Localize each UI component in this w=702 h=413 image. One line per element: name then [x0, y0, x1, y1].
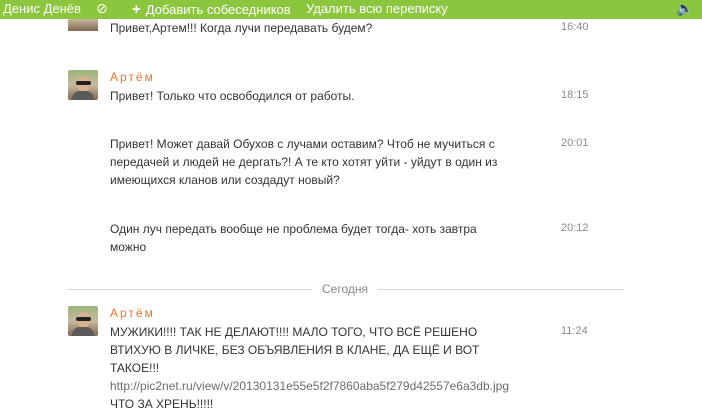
delete-conversation-button[interactable]: Удалить всю переписку: [306, 1, 448, 16]
avatar[interactable]: [68, 306, 98, 336]
author-name[interactable]: Артём: [110, 306, 155, 320]
message-time: 18:15: [561, 89, 589, 101]
message-time: 20:12: [561, 222, 589, 234]
chat-header: Денис Денёв ⊘ + Добавить собеседников Уда…: [0, 0, 702, 19]
message-text-part: ЧТО ЗА ХРЕНЬ!!!!!: [110, 397, 214, 411]
message-time: 20:01: [561, 137, 589, 149]
message-text: Привет! Может давай Обухов с лучами оста…: [110, 137, 498, 187]
message-text: Привет! Только что освободился от работы…: [110, 89, 355, 103]
message-link[interactable]: http://pic2net.ru/view/v/20130131e55e5f2…: [110, 379, 509, 393]
plus-icon: +: [132, 1, 141, 18]
message-text: МУЖИКИ!!!! ТАК НЕ ДЕЛАЮТ!!!! МАЛО ТОГО, …: [110, 323, 520, 413]
message-text: Один луч передать вообще не проблема буд…: [110, 222, 477, 254]
add-participants-button[interactable]: + Добавить собеседников: [132, 1, 291, 18]
avatar[interactable]: [68, 70, 98, 100]
message-time: 16:40: [561, 21, 589, 33]
message-text: Привет,Артем!!! Когда лучи передавать бу…: [110, 21, 373, 35]
date-divider-label: Сегодня: [312, 282, 378, 296]
message-time: 11:24: [561, 325, 588, 337]
author-name[interactable]: Артём: [110, 70, 155, 84]
avatar[interactable]: [68, 19, 98, 31]
speaker-icon[interactable]: 🔈: [676, 0, 693, 17]
contact-name[interactable]: Денис Денёв: [3, 1, 81, 16]
add-participants-label: Добавить собеседников: [145, 2, 291, 17]
ban-icon[interactable]: ⊘: [96, 0, 108, 17]
message-text-part: МУЖИКИ!!!! ТАК НЕ ДЕЛАЮТ!!!! МАЛО ТОГО, …: [110, 325, 480, 375]
